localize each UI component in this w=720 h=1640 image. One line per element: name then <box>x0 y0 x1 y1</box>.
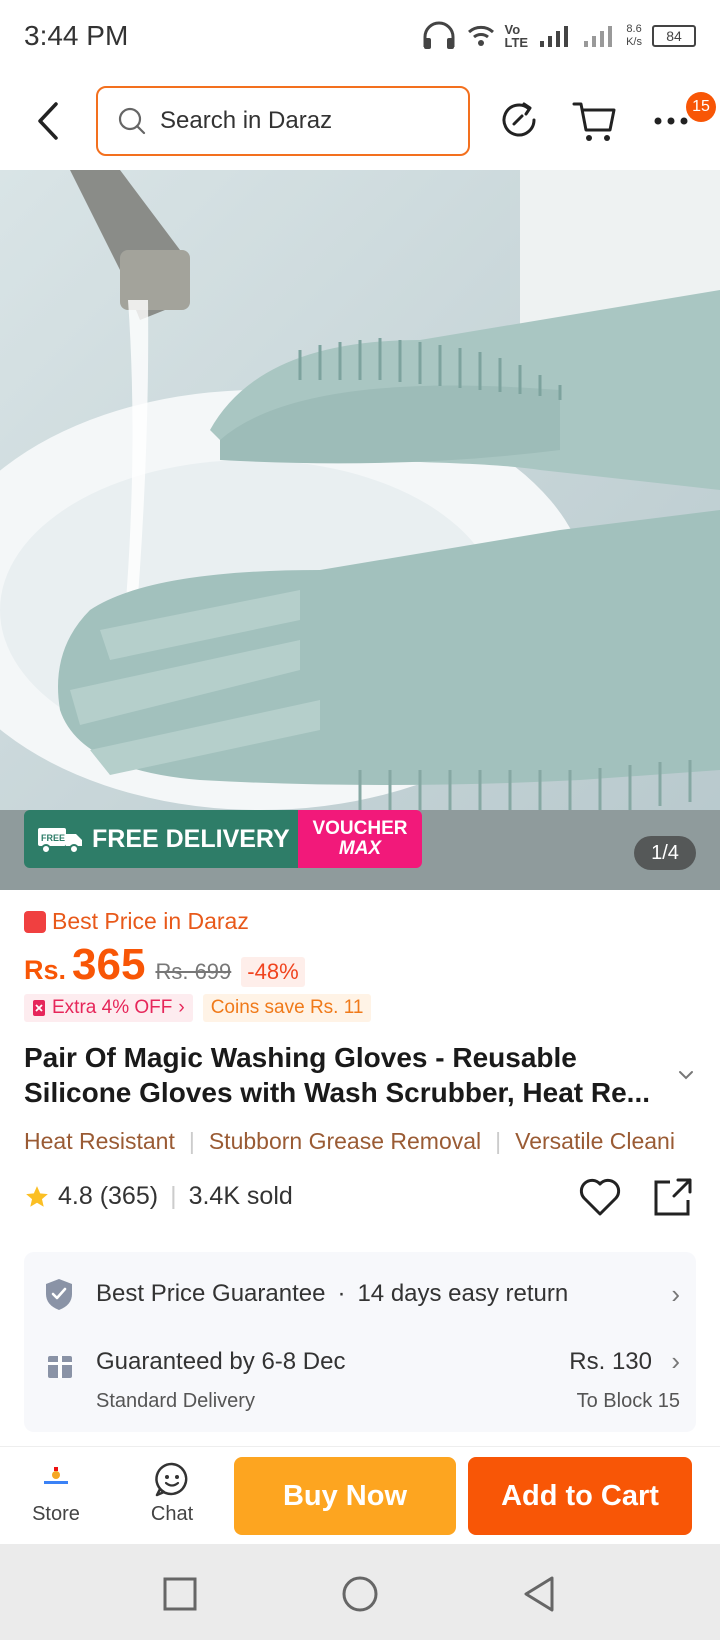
sold-count: 3.4K sold <box>188 1182 293 1210</box>
shield-check-icon <box>46 1279 72 1310</box>
chevron-right-icon: › <box>178 997 185 1018</box>
returns-text: 14 days easy return <box>357 1280 569 1307</box>
best-price-icon <box>24 910 46 933</box>
volte-indicator: Vo LTE <box>505 23 529 49</box>
discount-badge: -48% <box>241 957 305 987</box>
store-label: Store <box>32 1503 80 1525</box>
search-icon <box>118 107 146 135</box>
wifi-icon <box>467 25 494 46</box>
promo-row: Extra 4% OFF › Coins save Rs. 11 <box>24 994 372 1022</box>
delivery-location: To Block 15 <box>576 1390 680 1412</box>
delivery-fee: Rs. 130 <box>569 1348 652 1375</box>
tag-separator: | <box>188 1128 195 1154</box>
guarantee-row[interactable]: Best Price Guarantee · 14 days easy retu… <box>44 1272 680 1316</box>
best-price-label[interactable]: Best Price in Daraz <box>24 908 249 935</box>
delivery-truck-icon: FREE <box>38 828 82 854</box>
chat-label: Chat <box>150 1503 194 1525</box>
status-icons: Vo LTE 8.6 K/s 84 <box>421 18 696 54</box>
currency-label: Rs. <box>24 955 67 985</box>
recent-apps-icon[interactable] <box>162 1576 198 1612</box>
bottom-action-bar: Store Chat Buy Now Add to Cart <box>0 1446 720 1544</box>
tag-item[interactable]: Versatile Cleani <box>515 1128 675 1155</box>
network-speed-value: 8.6 <box>626 23 642 35</box>
rating-separator: | <box>170 1182 177 1210</box>
chevron-right-icon: › <box>671 1278 680 1309</box>
network-speed: 8.6 K/s <box>626 23 642 49</box>
lte-label: LTE <box>504 35 529 50</box>
star-icon <box>26 1185 48 1207</box>
price-row: Rs. 365 Rs. 699 -48% <box>24 940 305 990</box>
free-delivery-banner: FREE FREE DELIVERY VOUCHER MAX <box>24 810 422 868</box>
best-price-text: Best Price in Daraz <box>52 908 249 934</box>
rating-row[interactable]: 4.8 (365) | 3.4K sold <box>24 1182 293 1211</box>
max-text: MAX <box>338 838 382 859</box>
search-input[interactable]: Search in Daraz <box>96 86 470 156</box>
tag-item[interactable]: Stubborn Grease Removal <box>209 1128 481 1155</box>
network-speed-unit: K/s <box>626 36 642 48</box>
cart-icon[interactable] <box>570 96 620 146</box>
share-icon[interactable] <box>650 1176 694 1220</box>
coins-promo[interactable]: Coins save Rs. 11 <box>202 994 372 1022</box>
tag-separator: | <box>495 1128 502 1154</box>
chevron-down-icon[interactable] <box>674 1066 698 1084</box>
chat-button[interactable]: Chat <box>126 1461 218 1526</box>
service-card: Best Price Guarantee · 14 days easy retu… <box>24 1252 696 1432</box>
gift-box-icon <box>48 1356 72 1378</box>
coupon-icon <box>33 1000 45 1016</box>
extra-off-promo[interactable]: Extra 4% OFF › <box>24 994 193 1022</box>
chat-icon <box>155 1462 188 1497</box>
back-arrow-icon[interactable] <box>28 98 68 144</box>
current-price: 365 <box>72 940 146 989</box>
voucher-max-label: VOUCHER MAX <box>298 810 422 868</box>
free-badge-text: FREE <box>41 833 65 843</box>
image-counter: 1/4 <box>634 836 696 870</box>
rating-value: 4.8 (365) <box>58 1182 159 1210</box>
delivery-type: Standard Delivery <box>96 1390 255 1412</box>
product-image[interactable] <box>0 170 720 890</box>
voucher-text: VOUCHER <box>312 818 408 839</box>
delivery-row[interactable]: Guaranteed by 6-8 Dec Standard Delivery … <box>44 1346 680 1420</box>
original-price: Rs. 699 <box>155 959 232 984</box>
top-navigation: Search in Daraz 15 <box>0 72 720 170</box>
feature-tags: Heat Resistant | Stubborn Grease Removal… <box>24 1128 720 1155</box>
store-logo-icon <box>44 1467 68 1484</box>
cart-badge: 15 <box>686 92 716 122</box>
free-delivery-label: FREE FREE DELIVERY <box>24 810 298 868</box>
delivery-date: Guaranteed by 6-8 Dec <box>96 1348 346 1375</box>
search-placeholder: Search in Daraz <box>160 107 333 134</box>
free-delivery-text: FREE DELIVERY <box>92 824 290 853</box>
gloves-illustration <box>0 170 720 890</box>
battery-icon: 84 <box>652 25 696 47</box>
headphones-icon <box>423 21 454 49</box>
dot-separator: · <box>337 1280 346 1307</box>
share-refresh-icon[interactable] <box>494 96 544 146</box>
extra-off-text: Extra 4% OFF <box>52 997 173 1018</box>
status-bar: 3:44 PM Vo LTE 8.6 K/s 84 <box>0 0 720 72</box>
add-to-cart-button[interactable]: Add to Cart <box>468 1457 692 1535</box>
wishlist-heart-icon[interactable] <box>578 1176 622 1218</box>
signal-icon <box>540 26 569 47</box>
buy-now-button[interactable]: Buy Now <box>234 1457 456 1535</box>
home-icon[interactable] <box>340 1574 380 1614</box>
system-navigation-bar <box>0 1544 720 1640</box>
signal-icon-2 <box>584 26 613 47</box>
back-icon[interactable] <box>520 1574 560 1614</box>
chevron-right-icon: › <box>671 1346 680 1376</box>
guarantee-text: Best Price Guarantee <box>96 1280 326 1307</box>
product-title[interactable]: Pair Of Magic Washing Gloves - Reusable … <box>24 1040 670 1110</box>
status-time: 3:44 PM <box>24 20 129 51</box>
tag-item[interactable]: Heat Resistant <box>24 1128 175 1155</box>
store-button[interactable]: Store <box>10 1461 102 1526</box>
